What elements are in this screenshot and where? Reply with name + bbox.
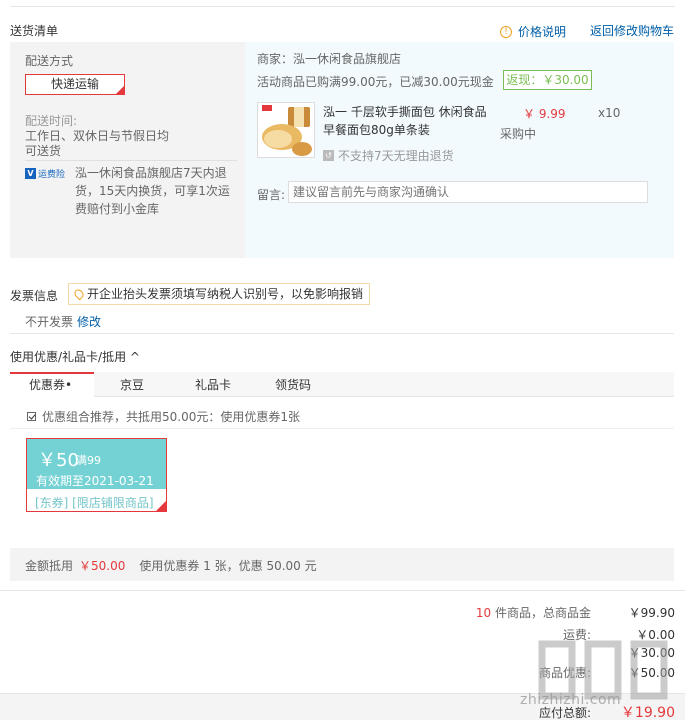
merchant-name: 商家：泓一休闲食品旗舰店 (257, 52, 402, 66)
ship-method-label: 配送方式 (25, 54, 74, 68)
coupon-validity: 有效期至2021-03-21 (36, 474, 154, 488)
coupon-tabs (10, 372, 674, 397)
invoice-tip-text: 开企业抬头发票须填写纳税人识别号，以免影响报销 (87, 287, 364, 301)
ship-time-line2: 可送货 (25, 144, 62, 158)
watermark-text: zhizhizhi.com (520, 692, 622, 708)
ship-method-value: 快递运输 (50, 77, 99, 91)
stock-status: 采购中 (500, 127, 537, 141)
invoice-title: 发票信息 (10, 289, 59, 303)
ship-method-button[interactable]: 快递运输 (25, 74, 125, 95)
rebate-badge: 返现：￥30.00 (503, 70, 592, 90)
price-note-label: 价格说明 (518, 25, 567, 39)
combo-checkbox[interactable] (27, 412, 36, 421)
footer-label: 金额抵用 (25, 559, 74, 573)
promo-text: 活动商品已购满99.00元，已减30.00元现金 (257, 75, 494, 89)
product-price: ￥ 9.99 (523, 107, 566, 121)
product-name[interactable]: 泓一 千层软手撕面包 休闲食品早餐面包80g单条装 (323, 103, 493, 139)
tab-jingdou[interactable]: 京豆 (120, 376, 144, 393)
tab-pickup-code[interactable]: 领货码 (275, 376, 311, 393)
coupon-condition: 满99 (76, 454, 101, 467)
invoice-tip: 开企业抬头发票须填写纳税人识别号，以免影响报销 (68, 283, 371, 305)
location-pin-icon (72, 287, 86, 301)
insurance-badge-label: 运费险 (38, 170, 66, 180)
coupon-footer-text: 金额抵用 ￥50.00 使用优惠券 1 张，优惠 50.00 元 (25, 557, 317, 574)
item-count-suffix: 件商品，总商品金 (494, 606, 591, 620)
tab-coupons[interactable]: 优惠券• (29, 376, 72, 393)
item-count: 10 (475, 606, 492, 620)
selected-corner-icon (156, 501, 166, 511)
no-return-text: 不支持7天无理由退货 (338, 149, 454, 163)
footer-amount: ￥50.00 (79, 559, 126, 573)
insurance-icon: V (25, 168, 36, 179)
insurance-badge: V 运费险 (25, 167, 65, 180)
combo-recommend[interactable]: 优惠组合推荐，共抵用50.00元：使用优惠券1张 (27, 408, 300, 425)
footer-detail: 使用优惠券 1 张，优惠 50.00 元 (139, 559, 317, 573)
info-icon: ! (500, 25, 512, 38)
return-icon: ↺ (323, 150, 334, 161)
combo-text: 优惠组合推荐，共抵用50.00元：使用优惠券1张 (42, 410, 300, 424)
tab-gift-card[interactable]: 礼品卡 (195, 376, 231, 393)
back-to-cart-link[interactable]: 返回修改购物车 (590, 22, 674, 39)
message-label: 留言: (257, 188, 286, 202)
invoice-status: 不开发票 (25, 315, 74, 329)
divider (0, 590, 685, 591)
total-amount: ￥99.90 (628, 606, 675, 620)
product-qty: x10 (598, 106, 621, 120)
coupon-type: [东券] [限店铺限商品] (35, 496, 154, 510)
top-divider (10, 6, 675, 7)
insurance-text: 泓一休闲食品旗舰店7天内退货，15天内换货，可享1次运费赔付到小金库 (75, 166, 230, 216)
coupon-amount: ￥50 (38, 450, 79, 471)
divider (10, 333, 674, 334)
price-note-link[interactable]: ! 价格说明 (500, 23, 566, 40)
product-image[interactable] (257, 102, 315, 158)
divider (10, 428, 674, 429)
no-return-notice: ↺ 不支持7天无理由退货 (323, 147, 454, 164)
invoice-edit-link[interactable]: 修改 (77, 313, 101, 330)
divider (25, 160, 237, 161)
selected-corner-icon (116, 86, 124, 94)
delivery-section-title: 送货清单 (10, 24, 59, 38)
coupon-section-toggle[interactable]: 使用优惠/礼品卡/抵用 ^ (10, 348, 140, 365)
message-input[interactable] (288, 181, 648, 203)
summary-count-row: 10 件商品，总商品金 (476, 604, 591, 621)
